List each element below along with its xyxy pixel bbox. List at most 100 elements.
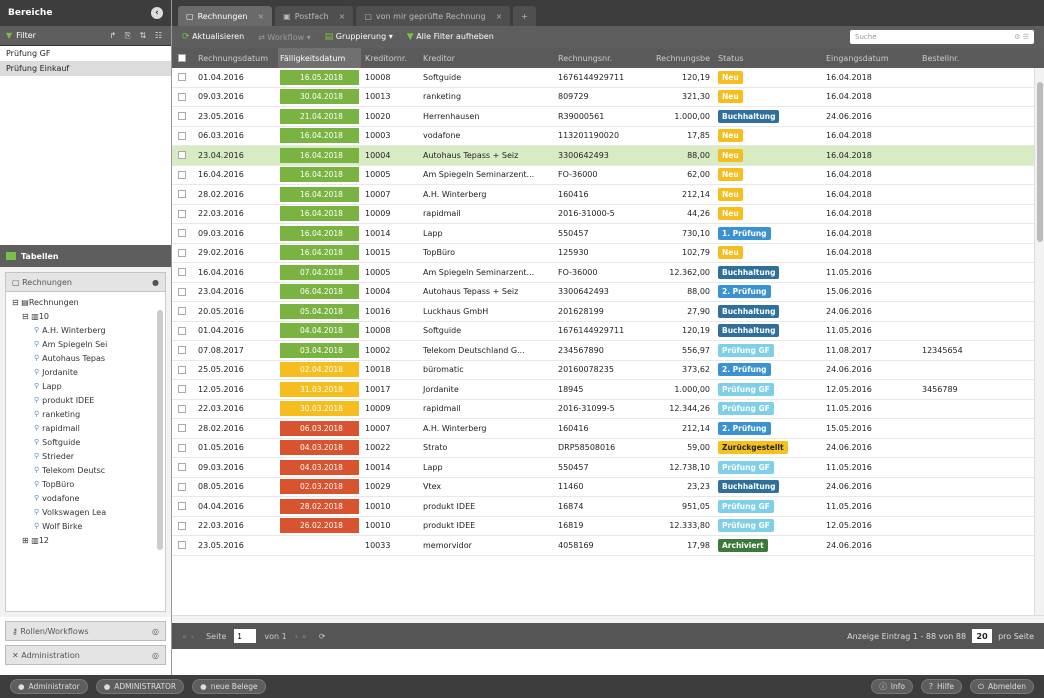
row-checkbox[interactable]	[178, 365, 186, 374]
row-checkbox[interactable]	[178, 424, 186, 433]
row-checkbox-cell[interactable]	[172, 170, 194, 179]
row-checkbox[interactable]	[178, 268, 186, 277]
tree-leaf[interactable]: ⚲ ranketing	[6, 407, 165, 421]
table-row[interactable]: 09.03.2016 16.04.2018 10014 Lapp 550457 730,1…	[172, 224, 1044, 244]
table-row[interactable]: 25.05.2016 02.04.2018 10018 büromatic 201600…	[172, 361, 1044, 380]
row-checkbox-cell[interactable]	[172, 521, 194, 530]
scrollbar-thumb[interactable]	[1037, 82, 1043, 242]
table-row[interactable]: 04.04.2016 28.02.2018 10010 produkt IDEE 168…	[172, 497, 1044, 517]
row-checkbox[interactable]	[178, 326, 186, 335]
column-header[interactable]: Kreditor	[419, 54, 554, 63]
filter-icon[interactable]: ▼	[6, 31, 12, 40]
tree-leaf[interactable]: ⚲ Am Spiegeln Sei	[6, 337, 165, 351]
table-row[interactable]: 20.05.2016 05.04.2018 10016 Luckhaus GmbH 20…	[172, 302, 1044, 322]
table-row[interactable]: 06.03.2016 16.04.2018 10003 vodafone 1132011…	[172, 127, 1044, 146]
row-checkbox[interactable]	[178, 443, 186, 452]
table-row[interactable]: 22.03.2016 26.02.2018 10010 produkt IDEE 168…	[172, 517, 1044, 536]
tree-leaf[interactable]: ⚲ Autohaus Tepas	[6, 351, 165, 365]
administration-button[interactable]: ✕ Administration ◎	[5, 645, 166, 665]
table-row[interactable]: 22.03.2016 30.03.2018 10009 rapidmail 2016-3…	[172, 400, 1044, 419]
clear-filters-button[interactable]: ▼ Alle Filter aufheben	[407, 32, 494, 42]
tree-leaf[interactable]: ⚲ Strieder	[6, 449, 165, 463]
filter-tools-icon[interactable]: ↱ ⎘ ⇅ ☷	[109, 31, 165, 41]
user-button[interactable]: ● Administrator	[10, 679, 88, 694]
row-checkbox[interactable]	[178, 404, 186, 413]
row-checkbox-cell[interactable]	[172, 151, 194, 160]
row-checkbox[interactable]	[178, 521, 186, 530]
tree-leaf[interactable]: ⚲ Telekom Deutsc	[6, 463, 165, 477]
table-row[interactable]: 01.04.2016 04.04.2018 10008 Softguide 167614…	[172, 322, 1044, 341]
table-row[interactable]: 23.05.2016 10033 memorvidor 4058169 17,98 Arc…	[172, 536, 1044, 556]
row-checkbox[interactable]	[178, 502, 186, 511]
column-header[interactable]: Status	[714, 54, 822, 63]
horizontal-scrollbar[interactable]	[172, 615, 1044, 623]
table-row[interactable]: 23.04.2016 06.04.2018 10004 Autohaus Tepass…	[172, 283, 1044, 302]
tree-scrollbar[interactable]	[157, 310, 163, 550]
row-checkbox-cell[interactable]	[172, 190, 194, 199]
tree-group[interactable]: ⊟ ▥ 10	[6, 309, 165, 323]
tab-postfach[interactable]: ▣ Postfach ×	[275, 6, 354, 26]
logout-button[interactable]: ⏻ Abmelden	[970, 679, 1034, 694]
row-checkbox-cell[interactable]	[172, 346, 194, 355]
row-checkbox-cell[interactable]	[172, 92, 194, 101]
next-last-icon[interactable]: ›»	[295, 632, 311, 641]
row-checkbox[interactable]	[178, 209, 186, 218]
table-row[interactable]: 28.02.2016 16.04.2018 10007 A.H. Winterberg…	[172, 185, 1044, 205]
row-checkbox-cell[interactable]	[172, 463, 194, 472]
first-prev-icon[interactable]: «‹	[182, 632, 198, 641]
row-checkbox-cell[interactable]	[172, 443, 194, 452]
table-row[interactable]: 28.02.2016 06.03.2018 10007 A.H. Winterberg…	[172, 419, 1044, 439]
table-row[interactable]: 01.05.2016 04.03.2018 10022 Strato DRP585080…	[172, 439, 1044, 458]
row-checkbox-cell[interactable]	[172, 424, 194, 433]
row-checkbox[interactable]	[178, 287, 186, 296]
tree-leaf[interactable]: ⚲ vodafone	[6, 491, 165, 505]
tree-leaf[interactable]: ⚲ Volkswagen Lea	[6, 505, 165, 519]
row-checkbox[interactable]	[178, 229, 186, 238]
row-checkbox[interactable]	[178, 482, 186, 491]
new-docs-button[interactable]: ● neue Belege	[192, 679, 266, 694]
grouping-button[interactable]: ▤ Gruppierung ▾	[325, 32, 393, 42]
help-button[interactable]: ? Hilfe	[920, 679, 963, 694]
search-options-icon[interactable]: ⚙ ☰	[1014, 33, 1029, 41]
table-row[interactable]: 16.04.2016 07.04.2018 10005 Am Spiegeln Sem…	[172, 263, 1044, 283]
row-checkbox[interactable]	[178, 131, 186, 140]
row-checkbox[interactable]	[178, 385, 186, 394]
column-header[interactable]: Rechnungsdatum	[194, 54, 278, 63]
close-icon[interactable]: ×	[496, 12, 503, 21]
row-checkbox-cell[interactable]	[172, 365, 194, 374]
row-checkbox-cell[interactable]	[172, 385, 194, 394]
column-header[interactable]: Rechnungsbe	[644, 54, 714, 63]
rollen-workflows-button[interactable]: ⚷ Rollen/Workflows ◎	[5, 621, 166, 641]
select-all-cell[interactable]	[172, 54, 194, 62]
tree-group[interactable]: ⊞ ▥ 12	[6, 533, 165, 547]
row-checkbox[interactable]	[178, 170, 186, 179]
row-checkbox-cell[interactable]	[172, 541, 194, 550]
table-row[interactable]: 29.02.2016 16.04.2018 10015 TopBüro 125930 10…	[172, 244, 1044, 263]
tree-leaf[interactable]: ⚲ Wolf Birke	[6, 519, 165, 533]
table-row[interactable]: 01.04.2016 16.05.2018 10008 Softguide 167614…	[172, 68, 1044, 88]
row-checkbox-cell[interactable]	[172, 287, 194, 296]
vertical-scrollbar[interactable]	[1034, 68, 1044, 615]
tab-rechnungen[interactable]: ▢ Rechnungen ×	[178, 6, 273, 26]
tree-leaf[interactable]: ⚲ A.H. Winterberg	[6, 323, 165, 337]
row-checkbox-cell[interactable]	[172, 131, 194, 140]
row-checkbox[interactable]	[178, 463, 186, 472]
refresh-button[interactable]: ⟳ Aktualisieren	[182, 32, 244, 42]
table-row[interactable]: 07.08.2017 03.04.2018 10002 Telekom Deutsch…	[172, 341, 1044, 361]
tree-leaf[interactable]: ⚲ Jordanite	[6, 365, 165, 379]
filter-item[interactable]: Prüfung GF	[0, 46, 171, 61]
tree-leaf[interactable]: ⚲ produkt IDEE	[6, 393, 165, 407]
tree-header-rechnungen[interactable]: ▢ Rechnungen ●	[5, 272, 166, 292]
table-row[interactable]: 23.05.2016 21.04.2018 10020 Herrenhausen R39…	[172, 107, 1044, 127]
table-row[interactable]: 08.05.2016 02.03.2018 10029 Vtex 11460 23,23 B…	[172, 478, 1044, 497]
column-header[interactable]: Kreditornr.	[361, 54, 419, 63]
close-icon[interactable]: ×	[339, 12, 346, 21]
row-checkbox-cell[interactable]	[172, 268, 194, 277]
tree-leaf[interactable]: ⚲ rapidmail	[6, 421, 165, 435]
settings-icon[interactable]: ●	[152, 278, 159, 287]
row-checkbox[interactable]	[178, 92, 186, 101]
select-all-checkbox[interactable]	[178, 54, 186, 62]
row-checkbox-cell[interactable]	[172, 73, 194, 82]
column-header[interactable]: Bestellnr.	[918, 54, 1010, 63]
reload-icon[interactable]: ⟳	[319, 632, 326, 641]
